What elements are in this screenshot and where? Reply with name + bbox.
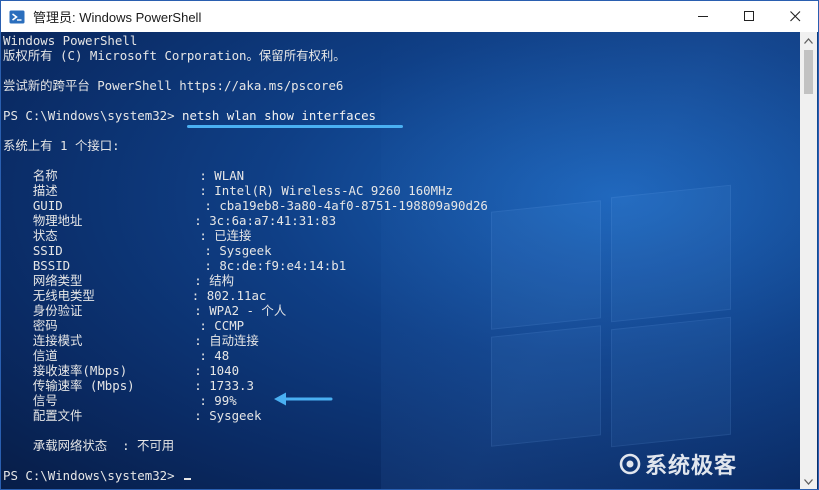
console-line: 身份验证 : WPA2 - 个人 [3, 303, 287, 318]
command-underline [187, 125, 403, 128]
console-line: 传输速率 (Mbps) : 1733.3 [3, 378, 254, 393]
prompt: PS C:\Windows\system32> [3, 468, 183, 483]
prompt: PS C:\Windows\system32> [3, 108, 183, 123]
command-line: PS C:\Windows\system32> netsh wlan show … [3, 108, 376, 123]
window-title: 管理员: Windows PowerShell [33, 10, 202, 25]
console-line: 密码 : CCMP [3, 318, 245, 333]
watermark: 系统极客 [619, 449, 737, 479]
watermark-logo-icon [619, 453, 641, 475]
console-line: 状态 : 已连接 [3, 228, 252, 243]
console-line: 信道 : 48 [3, 348, 230, 363]
text-cursor [184, 478, 192, 480]
minimize-button[interactable] [680, 1, 726, 32]
chevron-up-icon [804, 37, 813, 44]
console-line: 网络类型 : 结构 [3, 273, 234, 288]
console-line: SSID : Sysgeek [3, 243, 272, 258]
console-output[interactable]: Windows PowerShell 版权所有 (C) Microsoft Co… [3, 33, 798, 489]
vertical-scrollbar[interactable] [800, 32, 817, 489]
console-line: GUID : cba19eb8-3a80-4af0-8751-198809a90… [3, 198, 488, 213]
window-controls [680, 1, 818, 32]
console-line: 配置文件 : Sysgeek [3, 408, 262, 423]
console-line: 接收速率(Mbps) : 1040 [3, 363, 240, 378]
scroll-up-button[interactable] [800, 32, 817, 49]
close-button[interactable] [772, 1, 818, 32]
command-text: netsh wlan show interfaces [182, 108, 377, 123]
console-line: 系统上有 1 个接口: [3, 138, 120, 153]
maximize-icon [743, 11, 754, 21]
console-line: 无线电类型 : 802.11ac [3, 288, 267, 303]
console-line: 连接模式 : 自动连接 [3, 333, 259, 348]
console-line: 物理地址 : 3c:6a:a7:41:31:83 [3, 213, 337, 228]
close-icon [789, 11, 800, 22]
console-line-signal: 信号 : 99% [3, 393, 237, 408]
watermark-text: 系统极客 [645, 454, 738, 479]
prompt-line: PS C:\Windows\system32> [3, 468, 192, 483]
console-line: Windows PowerShell [3, 33, 138, 48]
arrow-annotation-icon [274, 392, 333, 406]
chevron-down-icon [804, 478, 813, 485]
console-line: 名称 : WLAN [3, 168, 245, 183]
title-bar[interactable]: 管理员: Windows PowerShell [1, 1, 818, 32]
scroll-thumb[interactable] [804, 50, 813, 94]
console-line: 承载网络状态 : 不可用 [3, 438, 175, 453]
powershell-icon [9, 9, 25, 25]
console-line: BSSID : 8c:de:f9:e4:14:b1 [3, 258, 347, 273]
powershell-window: 管理员: Windows PowerShell Windows PowerShe… [0, 0, 819, 490]
scroll-down-button[interactable] [800, 473, 817, 489]
console-line: 描述 : Intel(R) Wireless-AC 9260 160MHz [3, 183, 453, 198]
console-line: 版权所有 (C) Microsoft Corporation。保留所有权利。 [3, 48, 346, 63]
minimize-icon [697, 16, 708, 17]
console-line: 尝试新的跨平台 PowerShell https://aka.ms/pscore… [3, 78, 344, 93]
maximize-button[interactable] [726, 1, 772, 32]
